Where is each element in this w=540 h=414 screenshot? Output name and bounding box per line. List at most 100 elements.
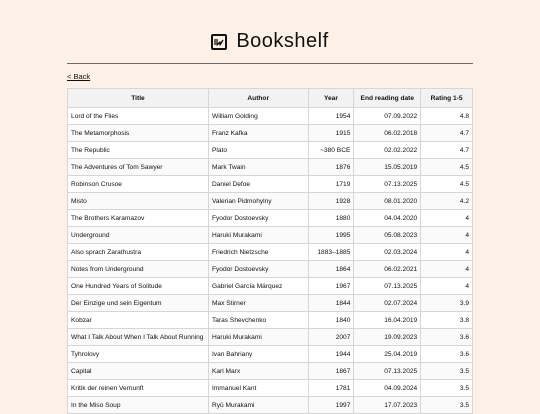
cell-end-date: 06.02.2018 [353,124,422,142]
cell-rating: 3.5 [420,396,473,414]
cell-title: The Adventures of Tom Sawyer [67,158,209,176]
cell-author: Fyodor Dostoevsky [207,209,309,227]
cell-end-date: 02.07.2024 [353,294,422,312]
cell-rating: 3.8 [420,311,473,329]
cell-year: 1944 [307,345,355,363]
cell-author: Taras Shevchenko [207,311,309,329]
table-row[interactable]: One Hundred Years of Solitude Gabriel Gar… [67,277,473,295]
cell-end-date: 02.02.2022 [353,141,422,159]
cell-author: William Golding [207,107,309,125]
table-row[interactable]: Kobzar Taras Shevchenko 1840 16.04.2019 3.8 [67,311,473,329]
cell-rating: 4 [420,226,473,244]
table-row[interactable]: Lord of the Flies William Golding 1954 07.0… [67,107,473,125]
cell-end-date: 06.02.2021 [353,260,422,278]
cell-end-date: 08.01.2020 [353,192,422,210]
cell-author: Ryū Murakami [207,396,309,414]
table-row[interactable]: Notes from Underground Fyodor Dostoevsky 1… [67,260,473,278]
cell-end-date: 02.03.2024 [353,243,422,261]
cell-title: Notes from Underground [67,260,209,278]
cell-rating: 3.6 [420,345,473,363]
table-row[interactable]: The Brothers Karamazov Fyodor Dostoevsky 1… [67,209,473,227]
table-row[interactable]: Kritik der reinen Vernunft Immanuel Kant 1… [67,379,473,397]
cell-rating: 4.2 [420,192,473,210]
cell-rating: 4 [420,277,473,295]
cell-year: 1915 [307,124,355,142]
table-row[interactable]: Robinson Crusoe Daniel Defoe 1719 07.13.202… [67,175,473,193]
cell-title: Tyhrolovy [67,345,209,363]
cell-title: Kobzar [67,311,209,329]
header-divider [67,63,473,64]
cell-title: Robinson Crusoe [67,175,209,193]
cell-author: Haruki Murakami [207,226,309,244]
cell-year: 1883–1885 [307,243,355,261]
cell-year: 1840 [307,311,355,329]
cell-title: Also sprach Zarathustra [67,243,209,261]
cell-end-date: 15.05.2019 [353,158,422,176]
cell-rating: 3.5 [420,379,473,397]
cell-rating: 3.6 [420,328,473,346]
column-header-rating[interactable]: Rating 1-5 [420,88,473,108]
cell-year: 1876 [307,158,355,176]
cell-title: Kritik der reinen Vernunft [67,379,209,397]
cell-year: 1928 [307,192,355,210]
cell-title: Capital [67,362,209,380]
cell-author: Friedrich Nietzsche [207,243,309,261]
cell-end-date: 19.09.2023 [353,328,422,346]
table-row[interactable]: In the Miso Soup Ryū Murakami 1997 17.07.20… [67,396,473,414]
books-table: Title Author Year End reading date Ratin… [67,88,473,414]
cell-title: The Metamorphosis [67,124,209,142]
cell-year: 1719 [307,175,355,193]
cell-year: ~380 BCE [307,141,355,159]
back-link[interactable]: < Back [67,72,90,81]
cell-title: In the Miso Soup [67,396,209,414]
table-header-row: Title Author Year End reading date Ratin… [67,88,473,108]
cell-author: Immanuel Kant [207,379,309,397]
cell-year: 1864 [307,260,355,278]
cell-author: Haruki Murakami [207,328,309,346]
cell-rating: 4 [420,209,473,227]
table-row[interactable]: Misto Valerian Pidmohylny 1928 08.01.2020 4.… [67,192,473,210]
cell-end-date: 17.07.2023 [353,396,422,414]
table-row[interactable]: Underground Haruki Murakami 1995 05.08.2023… [67,226,473,244]
column-header-author[interactable]: Author [207,88,309,108]
cell-year: 1781 [307,379,355,397]
cell-author: Fyodor Dostoevsky [207,260,309,278]
cell-rating: 4 [420,260,473,278]
cell-author: Mark Twain [207,158,309,176]
cell-rating: 4.5 [420,158,473,176]
table-row[interactable]: What I Talk About When I Talk About Runn… [67,328,473,346]
cell-title: Der Einzige und sein Eigentum [67,294,209,312]
cell-author: Franz Kafka [207,124,309,142]
cell-rating: 3.5 [420,362,473,380]
cell-end-date: 07.13.2025 [353,277,422,295]
cell-rating: 4.7 [420,141,473,159]
table-row[interactable]: Tyhrolovy Ivan Bahriany 1944 25.04.2019 3.6 [67,345,473,363]
table-row[interactable]: The Metamorphosis Franz Kafka 1915 06.02.20… [67,124,473,142]
cell-title: The Brothers Karamazov [67,209,209,227]
column-header-title[interactable]: Title [67,88,209,108]
cell-end-date: 04.09.2024 [353,379,422,397]
cell-title: Lord of the Flies [67,107,209,125]
table-row[interactable]: Capital Karl Marx 1867 07.13.2025 3.5 [67,362,473,380]
cell-rating: 4.5 [420,175,473,193]
cell-title: One Hundred Years of Solitude [67,277,209,295]
cell-year: 1997 [307,396,355,414]
cell-rating: 3.9 [420,294,473,312]
table-row[interactable]: The Adventures of Tom Sawyer Mark Twain 18… [67,158,473,176]
cell-author: Ivan Bahriany [207,345,309,363]
table-row[interactable]: The Republic Plato ~380 BCE 02.02.2022 4.7 [67,141,473,159]
table-row[interactable]: Also sprach Zarathustra Friedrich Nietzsc… [67,243,473,261]
cell-author: Gabriel García Márquez [207,277,309,295]
cell-title: What I Talk About When I Talk About Runn… [67,328,209,346]
cell-rating: 4.8 [420,107,473,125]
column-header-end-date[interactable]: End reading date [353,88,422,108]
column-header-year[interactable]: Year [307,88,355,108]
cell-rating: 4 [420,243,473,261]
cell-author: Daniel Defoe [207,175,309,193]
cell-year: 1954 [307,107,355,125]
cell-year: 1867 [307,362,355,380]
cell-year: 1995 [307,226,355,244]
cell-year: 1844 [307,294,355,312]
cell-end-date: 16.04.2019 [353,311,422,329]
table-row[interactable]: Der Einzige und sein Eigentum Max Stirner… [67,294,473,312]
